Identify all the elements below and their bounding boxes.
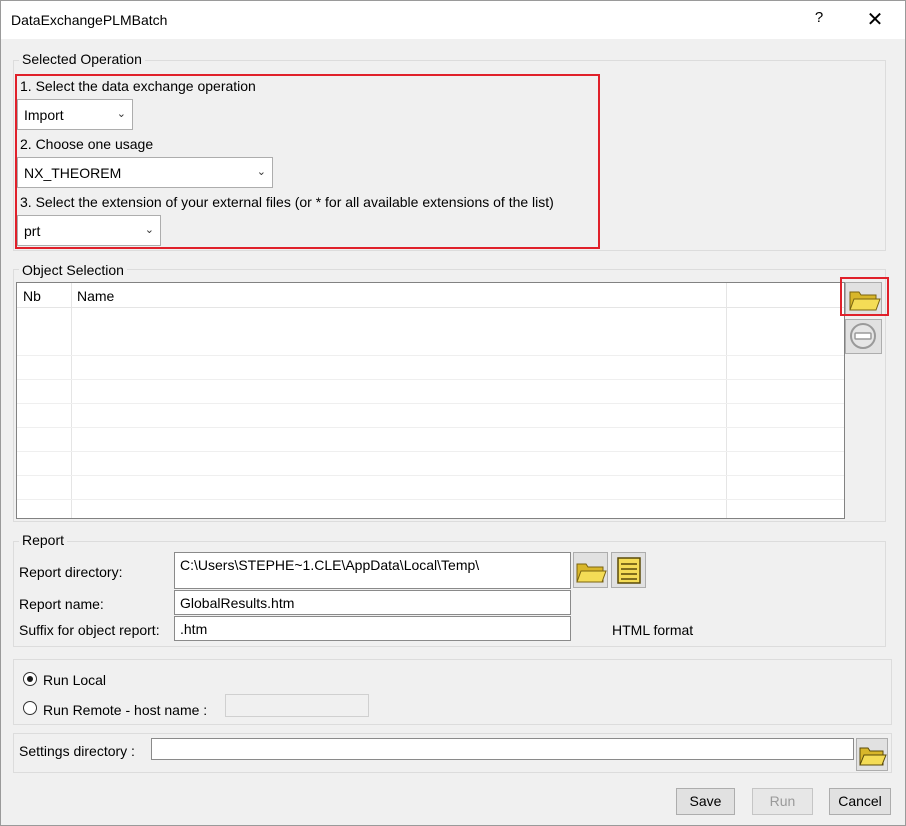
step2-label: 2. Choose one usage (20, 136, 154, 152)
table-row (17, 500, 844, 524)
window-title: DataExchangePLMBatch (11, 12, 168, 28)
settings-directory-label: Settings directory : (19, 743, 135, 759)
report-directory-label: Report directory: (19, 564, 123, 580)
operation-select[interactable]: Import ⌄ (17, 99, 133, 130)
usage-select[interactable]: NX_THEOREM ⌄ (17, 157, 273, 188)
step1-label: 1. Select the data exchange operation (20, 78, 256, 94)
step3-label: 3. Select the extension of your external… (20, 194, 554, 210)
close-icon[interactable]: ✕ (861, 7, 889, 33)
report-directory-field[interactable]: C:\Users\STEPHE~1.CLE\AppData\Local\Temp… (174, 552, 571, 589)
suffix-value: .htm (180, 621, 208, 637)
help-button[interactable]: ? (809, 9, 829, 31)
run-button[interactable]: Run (752, 788, 813, 815)
report-name-value: GlobalResults.htm (180, 595, 295, 611)
chevron-down-icon: ⌄ (144, 224, 154, 236)
chevron-down-icon: ⌄ (116, 108, 126, 120)
report-name-label: Report name: (19, 596, 104, 612)
column-header-name[interactable]: Name (77, 288, 114, 304)
table-row (17, 356, 844, 380)
folder-icon (576, 563, 607, 583)
suffix-field[interactable]: .htm (174, 616, 571, 641)
dialog-window: DataExchangePLMBatch ? ✕ Selected Operat… (0, 0, 906, 826)
open-report-button[interactable] (611, 552, 646, 588)
extension-select[interactable]: prt ⌄ (17, 215, 161, 246)
run-remote-label[interactable]: Run Remote - host name : (43, 702, 207, 718)
table-row (17, 332, 844, 356)
run-remote-radio[interactable] (23, 701, 37, 715)
cancel-button[interactable]: Cancel (829, 788, 891, 815)
save-button[interactable]: Save (676, 788, 735, 815)
table-header: Nb Name (17, 283, 844, 308)
run-local-label[interactable]: Run Local (43, 672, 106, 688)
usage-select-value: NX_THEOREM (24, 165, 122, 181)
remove-object-button[interactable] (845, 319, 882, 354)
suffix-label: Suffix for object report: (19, 622, 160, 638)
report-directory-value: C:\Users\STEPHE~1.CLE\AppData\Local\Temp… (180, 557, 480, 573)
minus-circle-icon (850, 323, 876, 349)
host-name-field[interactable] (225, 694, 369, 717)
column-header-nb[interactable]: Nb (23, 288, 41, 304)
table-row (17, 428, 844, 452)
browse-settings-button[interactable] (856, 738, 888, 771)
folder-open-icon (859, 747, 887, 766)
object-table[interactable]: Nb Name (16, 282, 845, 519)
scroll-icon (617, 557, 641, 584)
chevron-down-icon: ⌄ (256, 166, 266, 178)
report-legend: Report (19, 532, 68, 548)
object-selection-legend: Object Selection (19, 262, 127, 278)
report-name-field[interactable]: GlobalResults.htm (174, 590, 571, 615)
table-row (17, 452, 844, 476)
table-row (17, 476, 844, 500)
browse-report-directory-button[interactable] (573, 552, 608, 588)
table-row (17, 404, 844, 428)
settings-directory-field[interactable] (151, 738, 854, 760)
html-format-text: HTML format (612, 622, 694, 638)
title-bar: DataExchangePLMBatch ? ✕ (1, 1, 905, 39)
table-row (17, 380, 844, 404)
operation-select-value: Import (24, 107, 64, 123)
highlight-box-add (840, 277, 889, 316)
extension-select-value: prt (24, 223, 41, 239)
run-local-radio[interactable] (23, 672, 37, 686)
selected-operation-legend: Selected Operation (19, 51, 145, 67)
